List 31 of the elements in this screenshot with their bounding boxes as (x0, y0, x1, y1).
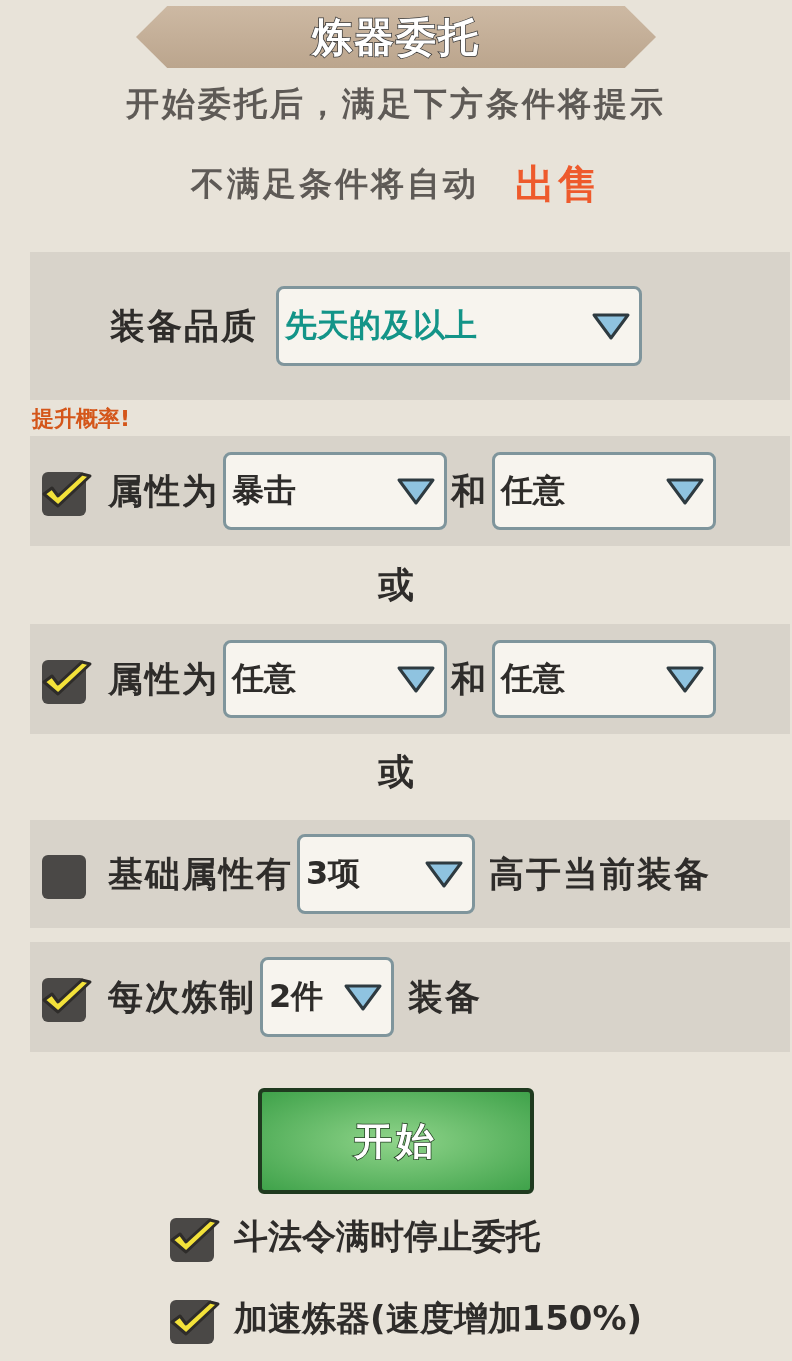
or-text: 或 (378, 562, 414, 607)
condition-label: 属性为 (108, 469, 219, 513)
condition-label: 属性为 (108, 657, 219, 701)
condition-label: 每次炼制 (108, 975, 256, 1019)
and-text: 和 (451, 469, 488, 513)
dropdown[interactable]: 任意 (223, 640, 447, 718)
dropdown-arrow-icon (343, 982, 383, 1012)
dropdown[interactable]: 3项 (297, 834, 475, 914)
option-label: 加速炼器(速度增加150%) (234, 1297, 643, 1340)
condition-label: 高于当前装备 (489, 852, 711, 896)
dropdown-arrow-icon (424, 859, 464, 889)
dropdown[interactable]: 2件 (260, 957, 394, 1037)
sell-text: 出售 (515, 160, 601, 209)
dropdown[interactable]: 暴击 (223, 452, 447, 530)
notice-text: 开始委托后，满足下方条件将提示 (126, 83, 666, 125)
dropdown[interactable]: 任意 (492, 452, 716, 530)
or-text: 或 (378, 749, 414, 794)
dropdown-arrow-icon (396, 664, 436, 694)
dropdown-arrow-icon (396, 476, 436, 506)
dropdown-arrow-icon (591, 311, 631, 341)
dropdown-arrow-icon (665, 476, 705, 506)
quality-label: 装备品质 (110, 304, 258, 348)
dropdown[interactable]: 任意 (492, 640, 716, 718)
option-label: 斗法令满时停止委托 (234, 1215, 540, 1258)
condition-label: 基础属性有 (108, 852, 293, 896)
notice-text: 不满足条件将自动 (191, 163, 479, 205)
title-banner: 炼器委托 (136, 6, 656, 68)
dropdown-arrow-icon (665, 664, 705, 694)
and-text: 和 (451, 657, 488, 701)
condition-label: 装备 (408, 975, 482, 1019)
badge-text: 提升概率! (32, 405, 131, 433)
